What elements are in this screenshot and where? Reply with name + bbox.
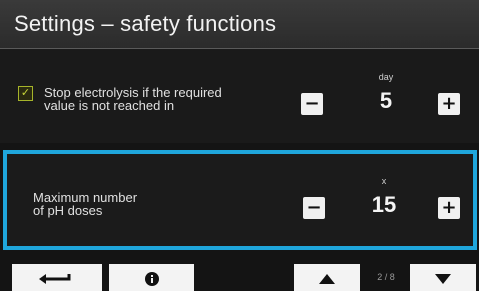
ph-doses-increase-button[interactable]: + (438, 197, 460, 219)
triangle-down-icon (435, 273, 451, 284)
stop-electrolysis-decrease-button[interactable]: − (301, 93, 323, 115)
title-bar: Settings – safety functions (0, 0, 479, 49)
scroll-down-button[interactable] (410, 264, 476, 291)
page-title: Settings – safety functions (14, 11, 277, 36)
info-button[interactable] (109, 264, 194, 291)
stop-electrolysis-label-line2: value is not reached in (44, 98, 175, 113)
back-button[interactable] (12, 264, 102, 291)
stop-electrolysis-checkbox[interactable]: ✓ (18, 86, 33, 101)
ph-doses-value: 15 (371, 192, 397, 217)
scroll-up-button[interactable] (294, 264, 360, 291)
stop-electrolysis-value: 5 (379, 88, 393, 113)
stop-electrolysis-unit: day (378, 72, 394, 82)
page-indicator: 2 / 8 (377, 272, 395, 282)
triangle-up-icon (319, 273, 335, 284)
ph-doses-decrease-button[interactable]: − (303, 197, 325, 219)
back-arrow-icon (39, 273, 71, 284)
info-icon (144, 271, 159, 286)
ph-doses-label-line2: of pH doses (33, 203, 103, 218)
ph-doses-unit: x (381, 176, 387, 186)
stop-electrolysis-increase-button[interactable]: + (438, 93, 460, 115)
